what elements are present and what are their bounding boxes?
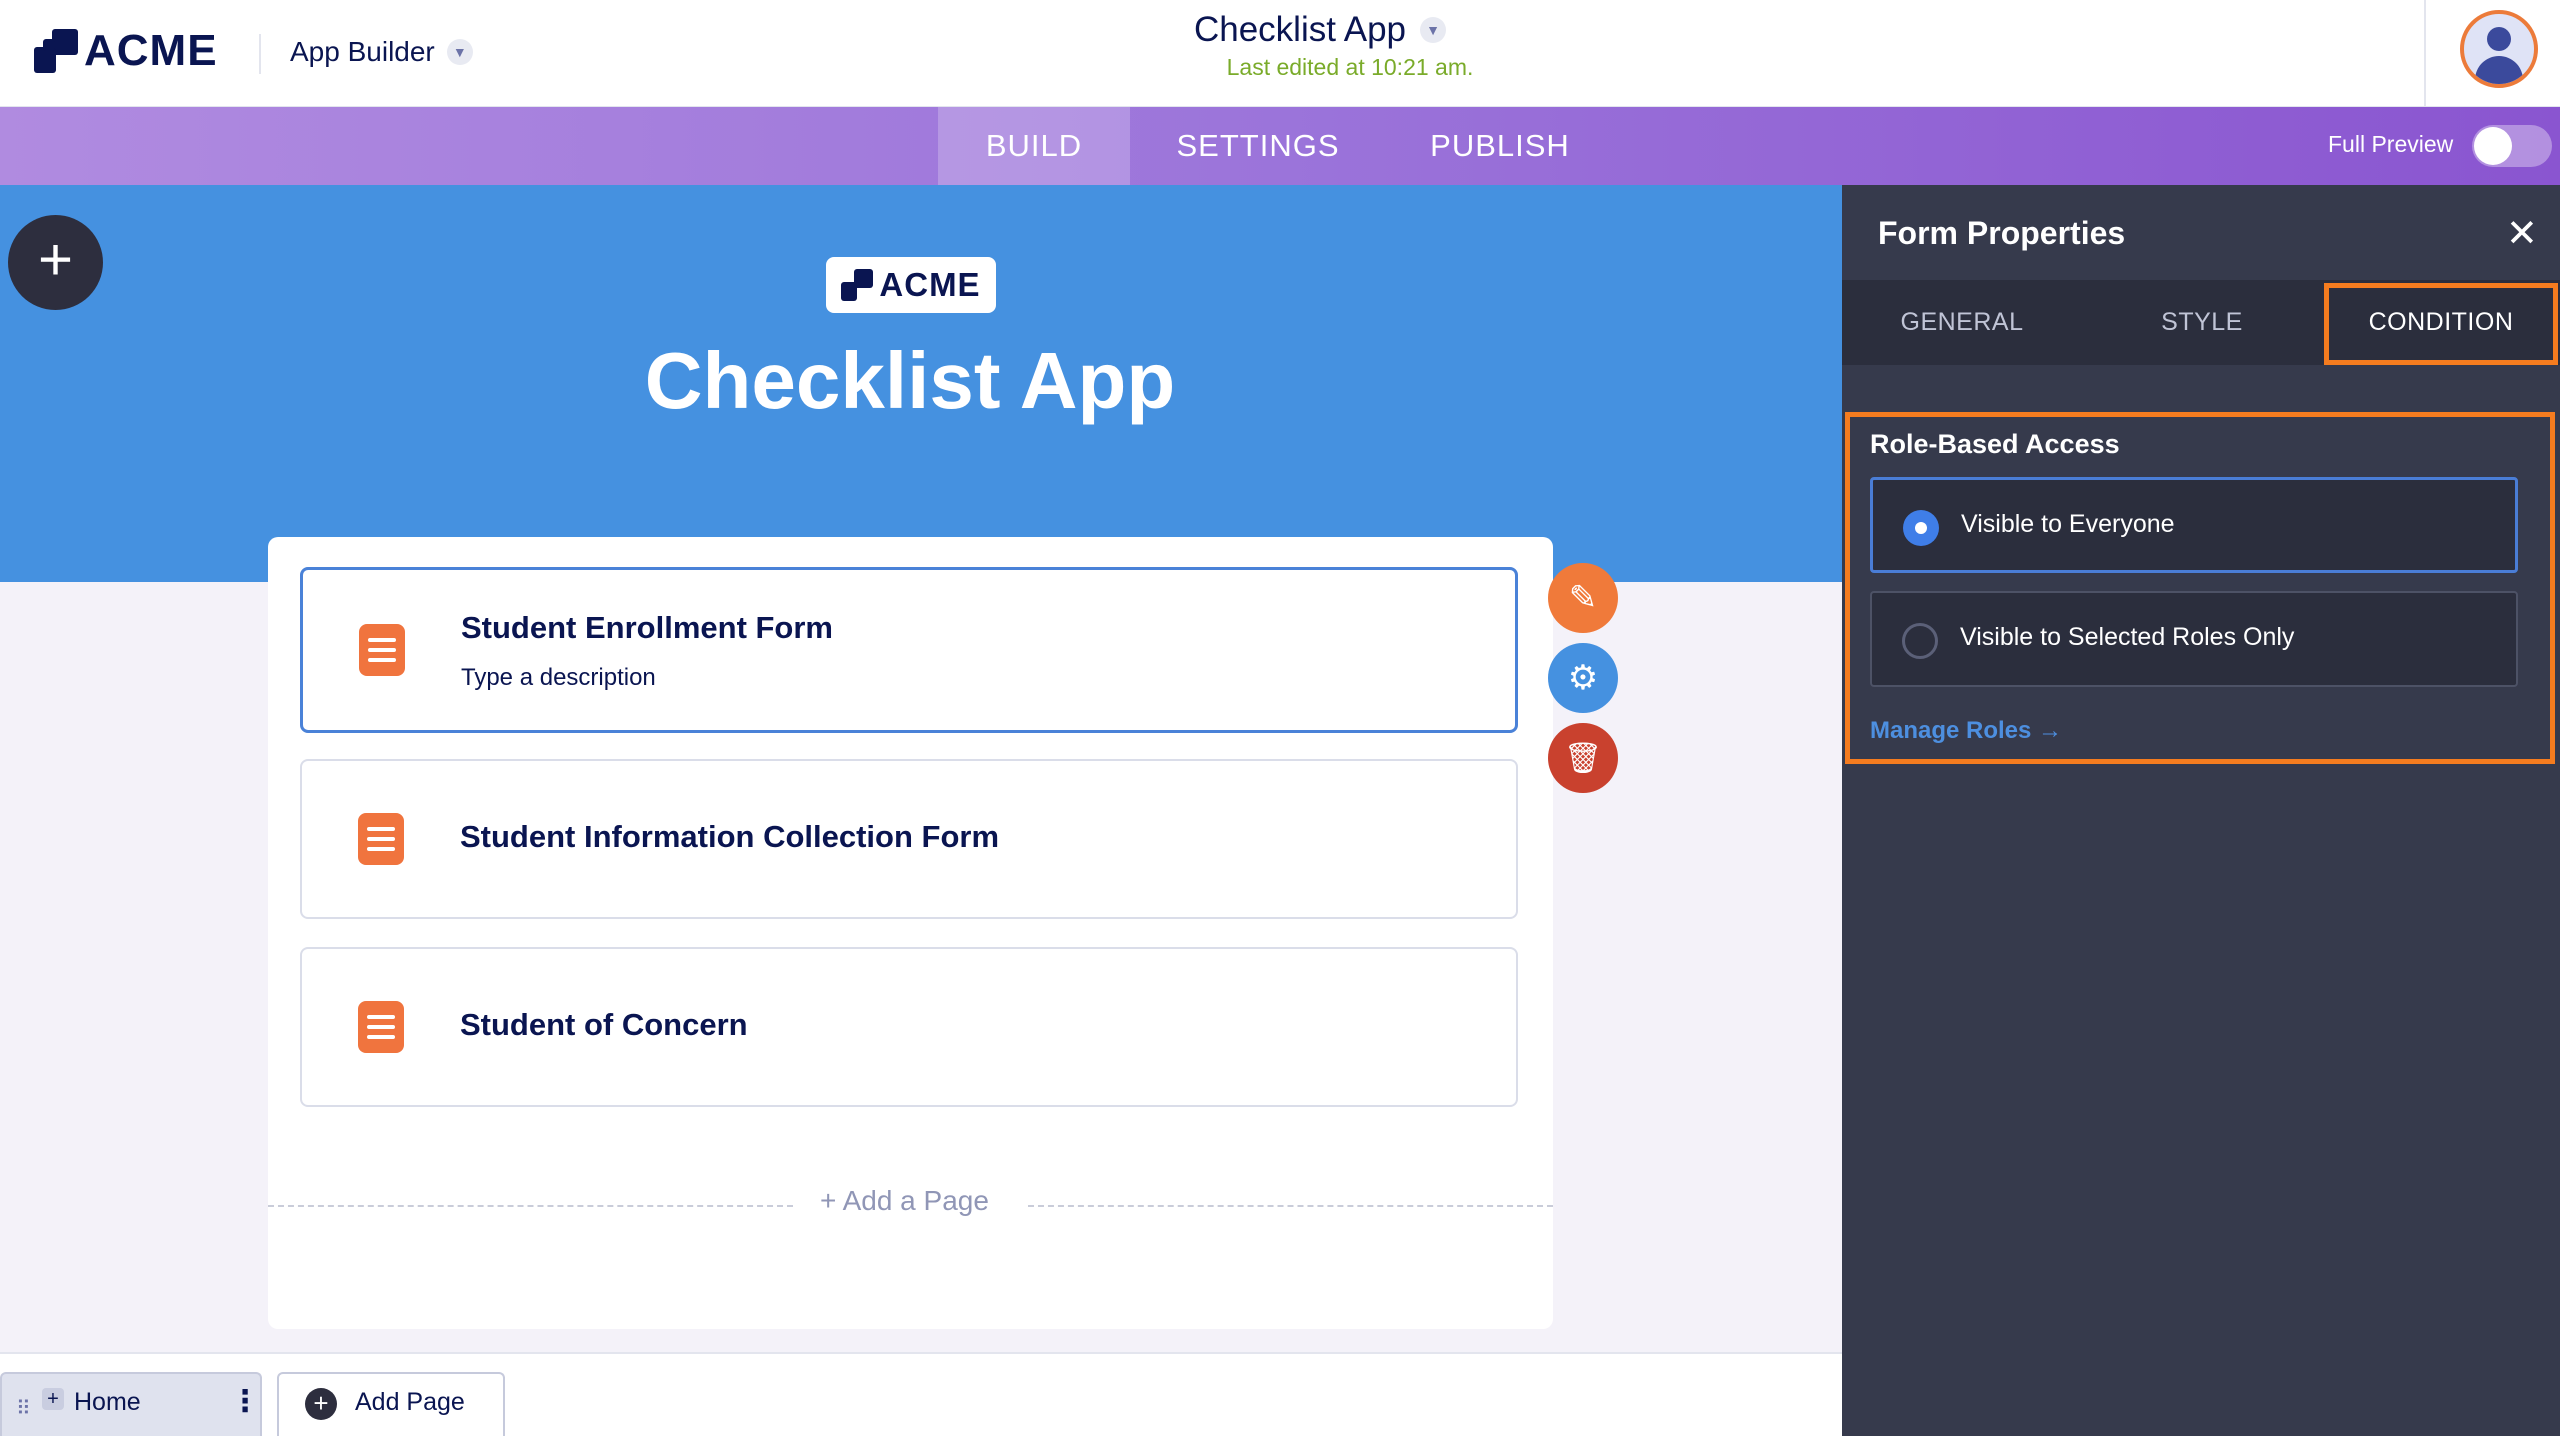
form-item-student-enrollment[interactable]: Student Enrollment Form Type a descripti… [300, 567, 1518, 733]
form-properties-panel: Form Properties ✕ GENERAL STYLE CONDITIO… [1842, 185, 2560, 1436]
add-a-page-row[interactable]: + Add a Page [268, 1185, 1553, 1225]
delete-form-button[interactable]: 🗑 [1548, 723, 1618, 793]
user-avatar[interactable] [2460, 10, 2538, 88]
app-hero-header: + ACME Checklist App [0, 185, 1842, 582]
drag-handle-icon[interactable]: ⠿ [16, 1396, 31, 1421]
chevron-down-icon: ▼ [1420, 17, 1447, 43]
tab-publish[interactable]: PUBLISH [1400, 107, 1600, 185]
panel-header: Form Properties ✕ [1842, 185, 2560, 280]
form-document-icon [358, 1001, 404, 1053]
form-document-icon [359, 624, 405, 676]
condition-tab-highlight [2324, 283, 2558, 365]
gear-icon: ⚙ [1567, 659, 1599, 697]
hero-logo[interactable]: ACME [826, 257, 996, 313]
tab-settings[interactable]: SETTINGS [1150, 107, 1366, 185]
app-builder-label: App Builder [290, 36, 435, 67]
role-based-access-highlight [1845, 412, 2555, 764]
more-options-icon[interactable]: ⋮ [230, 1384, 260, 1419]
app-canvas: + ACME Checklist App Student Enrollment … [0, 185, 1842, 1352]
role-based-access-title: Role-Based Access [1870, 429, 2120, 459]
app-title: Checklist App [1193, 10, 1407, 49]
add-page-label: Add Page [355, 1388, 465, 1416]
builder-nav: BUILD SETTINGS PUBLISH Full Preview [0, 107, 2560, 185]
chevron-down-icon: ▼ [446, 39, 473, 65]
pencil-icon: ✎ [1568, 579, 1598, 617]
plus-circle-icon: + [305, 1388, 337, 1420]
add-a-page-link[interactable]: + Add a Page [820, 1185, 1020, 1217]
radio-button[interactable] [1902, 623, 1938, 659]
app-title-block: Checklist App ▼ Last edited at 10:21 am. [1060, 10, 1540, 81]
form-item-student-information[interactable]: Student Information Collection Form [300, 759, 1518, 919]
panel-title: Form Properties [1878, 215, 2126, 251]
form-document-icon [358, 813, 404, 865]
acme-logo-mark [841, 269, 874, 301]
last-edited-status: Last edited at 10:21 am. [1226, 54, 1474, 80]
manage-roles-link[interactable]: Manage Roles → [1870, 717, 2062, 745]
app-builder-menu[interactable]: App Builder ▼ [290, 36, 473, 68]
page-tabs-bar: ⠿ + Home ⋮ + Add Page [0, 1352, 1842, 1436]
full-preview-toggle[interactable] [2472, 125, 2552, 167]
acme-logo-mark [34, 29, 78, 73]
form-title: Student Information Collection Form [460, 819, 1000, 854]
visible-to-selected-roles-option[interactable]: Visible to Selected Roles Only [1870, 591, 2518, 687]
hero-logo-text: ACME [879, 266, 981, 303]
add-page-button[interactable]: + Add Page [277, 1372, 505, 1436]
tab-style[interactable]: STYLE [2082, 280, 2322, 365]
trash-icon: 🗑 [1563, 741, 1603, 775]
home-plus-icon: + [42, 1388, 64, 1410]
visible-to-everyone-option[interactable]: Visible to Everyone [1870, 477, 2518, 573]
acme-logo-text: ACME [84, 26, 218, 75]
header-divider [259, 34, 261, 74]
close-icon[interactable]: ✕ [2506, 211, 2538, 256]
panel-tabs: GENERAL STYLE CONDITION [1842, 280, 2560, 365]
avatar-body [2475, 56, 2523, 84]
form-title: Student Enrollment Form [461, 610, 833, 645]
app-title-dropdown[interactable]: Checklist App ▼ [1100, 10, 1540, 50]
form-item-student-of-concern[interactable]: Student of Concern [300, 947, 1518, 1107]
page-tab-home[interactable]: ⠿ + Home ⋮ [0, 1372, 262, 1436]
radio-label: Visible to Selected Roles Only [1960, 623, 2295, 651]
acme-logo[interactable]: ACME [34, 26, 218, 76]
dashed-divider [1028, 1205, 1553, 1207]
top-header: ACME App Builder ▼ Checklist App ▼ Last … [0, 0, 2560, 107]
hero-title[interactable]: Checklist App [600, 335, 1220, 427]
form-title: Student of Concern [460, 1007, 748, 1042]
form-settings-button[interactable]: ⚙ [1548, 643, 1618, 713]
full-preview-label: Full Preview [2328, 131, 2454, 157]
add-element-button[interactable]: + [8, 215, 103, 310]
tab-general[interactable]: GENERAL [1842, 280, 2082, 365]
avatar-head [2487, 27, 2511, 51]
dashed-divider [268, 1205, 793, 1207]
page-tab-label: Home [74, 1388, 141, 1416]
toggle-knob [2474, 127, 2512, 165]
edit-form-button[interactable]: ✎ [1548, 563, 1618, 633]
header-divider-right [2424, 0, 2426, 107]
tab-build[interactable]: BUILD [938, 107, 1130, 185]
radio-button[interactable] [1903, 510, 1939, 546]
form-description[interactable]: Type a description [461, 664, 656, 692]
radio-label: Visible to Everyone [1961, 510, 2175, 538]
